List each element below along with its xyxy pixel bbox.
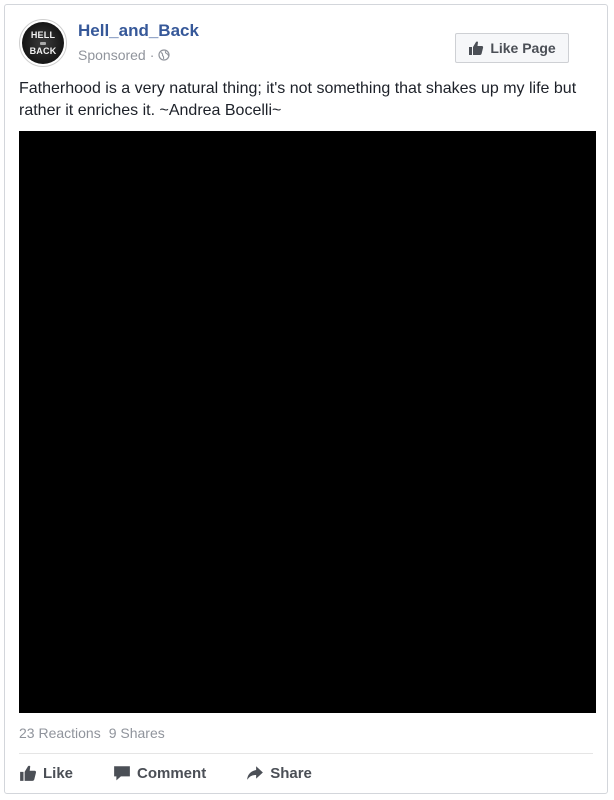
post-media[interactable]: [19, 131, 596, 713]
like-label: Like: [43, 764, 74, 782]
meta-separator: ·: [149, 47, 155, 63]
like-button[interactable]: Like: [19, 764, 73, 782]
post-message: Fatherhood is a very natural thing; it's…: [19, 80, 577, 119]
share-button[interactable]: Share: [246, 764, 312, 782]
avatar-logo: HELL BACK: [22, 22, 64, 64]
comment-label: Comment: [137, 764, 207, 782]
globe-icon[interactable]: [158, 49, 170, 61]
comment-button[interactable]: Comment: [113, 764, 206, 782]
post-header: HELL BACK Hell_and_Back Sponsored · Like…: [19, 19, 593, 75]
page-name-link[interactable]: Hell_and_Back: [78, 21, 199, 41]
avatar-divider: [40, 41, 46, 45]
comment-icon: [114, 766, 130, 781]
share-label: Share: [270, 764, 312, 782]
page-avatar[interactable]: HELL BACK: [19, 19, 67, 67]
post-meta: Sponsored ·: [78, 47, 170, 63]
shares-count[interactable]: 9 Shares: [109, 725, 165, 741]
actions-divider: [19, 753, 593, 754]
post-card: HELL BACK Hell_and_Back Sponsored · Like…: [4, 4, 608, 794]
avatar-line2: BACK: [29, 45, 57, 56]
reactions-count[interactable]: 23 Reactions: [19, 725, 101, 741]
post-stats: 23 Reactions 9 Shares: [19, 725, 165, 741]
like-page-button[interactable]: Like Page: [455, 33, 569, 63]
avatar-line1: HELL: [30, 29, 56, 40]
thumbs-up-icon: [20, 765, 37, 781]
share-icon: [247, 766, 264, 780]
thumbs-up-icon: [469, 41, 484, 55]
like-page-label: Like Page: [490, 40, 556, 56]
action-bar: Like Comment Share: [19, 761, 312, 785]
sponsored-label[interactable]: Sponsored: [78, 47, 146, 63]
